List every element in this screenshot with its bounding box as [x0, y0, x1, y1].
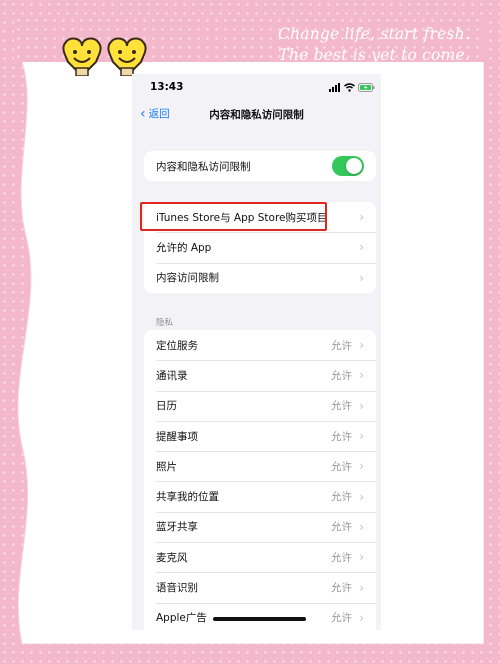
chevron-right-icon: › — [359, 489, 364, 504]
list-item-label: Apple广告 — [156, 612, 207, 625]
list-item-microphone[interactable]: 麦克风 允许 › — [144, 542, 376, 572]
smiley-mascot-icon — [62, 37, 102, 76]
list-item-value: 允许 — [331, 460, 352, 473]
decorative-tagline: Change life, start fresh. The best is ye… — [220, 24, 470, 66]
chevron-right-icon: › — [359, 459, 364, 474]
list-item-label: 共享我的位置 — [156, 491, 219, 504]
tagline-line-1: Change life, start fresh. — [278, 25, 470, 43]
navigation-bar: ‹ 返回 内容和隐私访问限制 — [132, 104, 381, 126]
list-item-speech-recognition[interactable]: 语音识别 允许 › — [144, 572, 376, 602]
list-item-label: 提醒事项 — [156, 430, 198, 443]
list-item-value: 允许 — [331, 521, 352, 534]
status-bar: 13:43 — [132, 74, 381, 98]
list-item-allowed-apps[interactable]: 允许的 App › — [144, 232, 376, 262]
status-time: 13:43 — [150, 81, 184, 93]
chevron-right-icon: › — [359, 398, 364, 413]
list-item-value: 允许 — [331, 430, 352, 443]
list-item-label: 麦克风 — [156, 551, 188, 564]
list-item-calendars[interactable]: 日历 允许 › — [144, 390, 376, 421]
list-item-value: 允许 — [331, 491, 352, 504]
toggle-row-content-privacy: 内容和隐私访问限制 — [144, 151, 376, 181]
chevron-right-icon: › — [359, 429, 364, 444]
chevron-right-icon: › — [359, 519, 364, 534]
toggle-row-label: 内容和隐私访问限制 — [156, 160, 251, 173]
privacy-group: 定位服务 允许 › 通讯录 允许 › 日历 允许 › 提醒事项 允许 › 照片 … — [144, 330, 376, 630]
chevron-right-icon: › — [359, 610, 364, 625]
list-item-value: 允许 — [331, 612, 352, 625]
list-item-label: 定位服务 — [156, 339, 198, 352]
wifi-icon — [344, 82, 355, 92]
list-item-value: 允许 — [331, 339, 352, 352]
list-item-photos[interactable]: 照片 允许 › — [144, 451, 376, 481]
phone-screen: 13:43 ‹ 返回 内容和隐私访问限制 内容和隐私访问限制 iTunes St… — [132, 74, 381, 630]
list-item-label: 蓝牙共享 — [156, 521, 198, 534]
page-title: 内容和隐私访问限制 — [209, 109, 304, 121]
chevron-right-icon: › — [359, 338, 364, 353]
chevron-right-icon: › — [359, 368, 364, 383]
main-toggle-group: 内容和隐私访问限制 — [144, 151, 376, 182]
list-item-label: 日历 — [156, 400, 177, 413]
list-item-label: 内容访问限制 — [156, 272, 219, 285]
list-item-label: 照片 — [156, 460, 177, 473]
list-item-value: 允许 — [331, 551, 352, 564]
list-item-location-services[interactable]: 定位服务 允许 › — [144, 330, 376, 360]
content-privacy-toggle[interactable] — [332, 156, 364, 176]
list-item-label: 通讯录 — [156, 369, 188, 382]
list-item-reminders[interactable]: 提醒事项 允许 › — [144, 420, 376, 451]
toggle-knob — [346, 158, 362, 174]
smiley-mascot-icon — [107, 37, 147, 76]
list-item-bluetooth-sharing[interactable]: 蓝牙共享 允许 › — [144, 511, 376, 542]
list-item-share-my-location[interactable]: 共享我的位置 允许 › — [144, 481, 376, 511]
chevron-right-icon: › — [359, 240, 364, 255]
chevron-right-icon: › — [359, 580, 364, 595]
list-item-content-restrictions[interactable]: 内容访问限制 › — [144, 262, 376, 293]
list-item-value: 允许 — [331, 369, 352, 382]
highlight-box — [140, 202, 327, 231]
chevron-right-icon: › — [359, 270, 364, 285]
status-icons — [329, 82, 375, 92]
section-header-privacy: 隐私 — [156, 318, 174, 328]
list-item-value: 允许 — [331, 400, 352, 413]
home-indicator[interactable] — [213, 617, 306, 621]
cellular-signal-icon — [329, 82, 340, 92]
list-item-label: 语音识别 — [156, 582, 198, 595]
battery-charging-icon — [358, 82, 375, 92]
tagline-line-2: The best is yet to come. — [278, 46, 470, 64]
list-item-value: 允许 — [331, 582, 352, 595]
chevron-right-icon: › — [359, 550, 364, 565]
list-item-contacts[interactable]: 通讯录 允许 › — [144, 360, 376, 390]
list-item-label: 允许的 App — [156, 241, 212, 254]
chevron-right-icon: › — [359, 210, 364, 225]
